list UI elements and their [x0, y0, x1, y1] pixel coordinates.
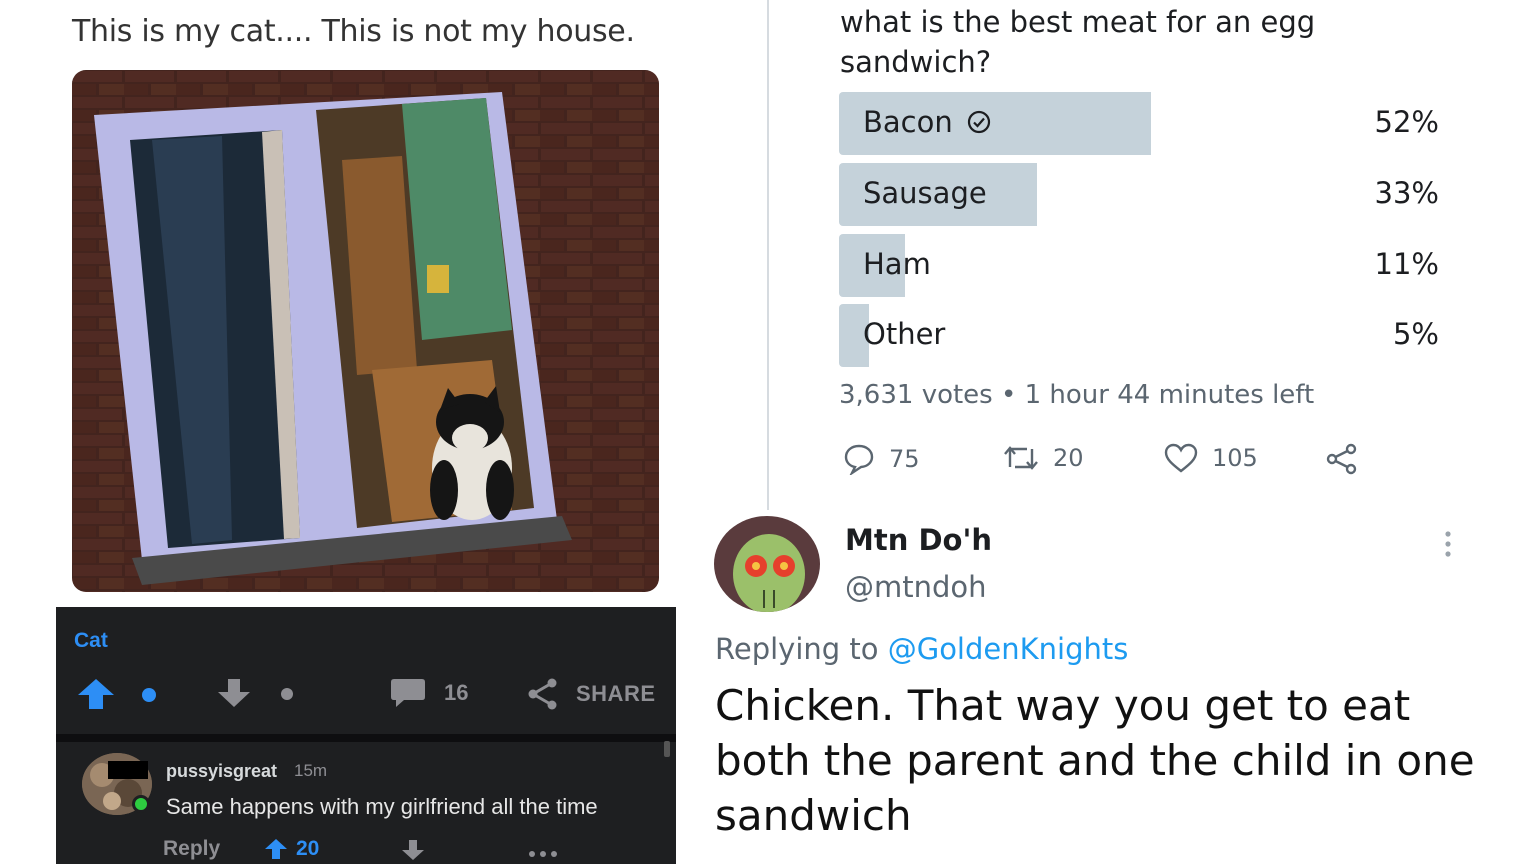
share-button[interactable]: SHARE [526, 677, 656, 711]
reply-button[interactable]: 75 [843, 443, 920, 475]
replying-to-mention[interactable]: @GoldenKnights [888, 632, 1129, 666]
redaction-bar [108, 761, 148, 779]
share-icon [528, 678, 557, 710]
comment-reply-button[interactable]: Reply [163, 837, 220, 861]
poll-option-label: Sausage [863, 176, 987, 210]
tweet-more-button[interactable] [1443, 530, 1453, 562]
poll-option-ham: Ham 11% [839, 234, 1439, 297]
share-icon [1326, 443, 1357, 475]
comment-more-button[interactable] [528, 843, 558, 862]
like-count: 105 [1212, 444, 1258, 472]
comment-score: 20 [296, 837, 320, 860]
poll-option-percent: 11% [1374, 247, 1439, 281]
comment-icon [391, 679, 425, 707]
online-status-dot [132, 795, 150, 813]
poll-option-label: Bacon [863, 105, 953, 139]
vote-separator-dot [281, 688, 293, 700]
more-vertical-icon [1445, 531, 1451, 557]
downvote-button[interactable] [216, 677, 252, 709]
poll-option-percent: 33% [1374, 176, 1439, 210]
poll-option-percent: 52% [1374, 105, 1439, 139]
poll-meta: 3,631 votes • 1 hour 44 minutes left [839, 380, 1315, 410]
poll-question: what is the best meat for an egg sandwic… [840, 5, 1316, 79]
comment-upvote-button[interactable]: 20 [264, 837, 319, 861]
poll-option-percent: 5% [1392, 317, 1439, 351]
reply-body: Chicken. That way you get to eat both th… [715, 681, 1475, 840]
vote-score-dot [142, 688, 156, 702]
section-divider [56, 734, 676, 742]
comments-button[interactable]: 16 [390, 677, 468, 709]
replying-to: Replying to @GoldenKnights [715, 632, 1128, 666]
share-label: SHARE [576, 681, 656, 706]
reply-author-handle[interactable]: @mtndoh [845, 570, 987, 604]
share-tweet-button[interactable] [1325, 443, 1359, 475]
reply-bubble-icon [844, 444, 874, 475]
retweet-icon [1004, 446, 1038, 470]
avatar-image [714, 516, 820, 612]
poll-option-sausage: Sausage 33% [839, 163, 1439, 226]
upvote-icon [78, 679, 114, 709]
poll-option-label: Ham [863, 247, 931, 281]
check-circle-icon [967, 110, 990, 134]
heart-icon [1164, 443, 1198, 473]
poll-option-other: Other 5% [839, 304, 1439, 367]
post-caption: This is my cat.... This is not my house. [72, 14, 635, 49]
upvote-button[interactable] [76, 677, 116, 711]
poll-option-bacon: Bacon 52% [839, 92, 1439, 155]
downvote-icon [218, 679, 250, 707]
comment-timestamp: 15m [294, 761, 328, 780]
reply-count: 75 [889, 445, 920, 473]
thread-line [767, 0, 769, 510]
more-dots-icon [529, 851, 557, 857]
cat-window-photo[interactable] [72, 70, 659, 592]
subreddit-link[interactable]: Cat [74, 629, 108, 653]
reddit-post-panel: Cat 16 SHARE pussyisgreat 15m Same happe… [56, 607, 676, 864]
retweet-count: 20 [1053, 444, 1084, 472]
reply-author-avatar[interactable] [714, 516, 820, 612]
scrollbar-thumb[interactable] [664, 741, 670, 757]
retweet-button[interactable]: 20 [1003, 443, 1084, 473]
upvote-icon [265, 839, 287, 859]
comment-count: 16 [444, 680, 469, 705]
comment-username[interactable]: pussyisgreat [166, 761, 277, 782]
replying-prefix: Replying to [715, 632, 879, 666]
reply-author-name[interactable]: Mtn Do'h [845, 523, 992, 557]
downvote-icon [402, 840, 424, 860]
comment-downvote-button[interactable] [401, 839, 425, 864]
like-button[interactable]: 105 [1164, 443, 1258, 473]
cat-window-image [72, 70, 659, 592]
poll-option-label: Other [863, 317, 946, 351]
comment-body: Same happens with my girlfriend all the … [166, 794, 598, 819]
